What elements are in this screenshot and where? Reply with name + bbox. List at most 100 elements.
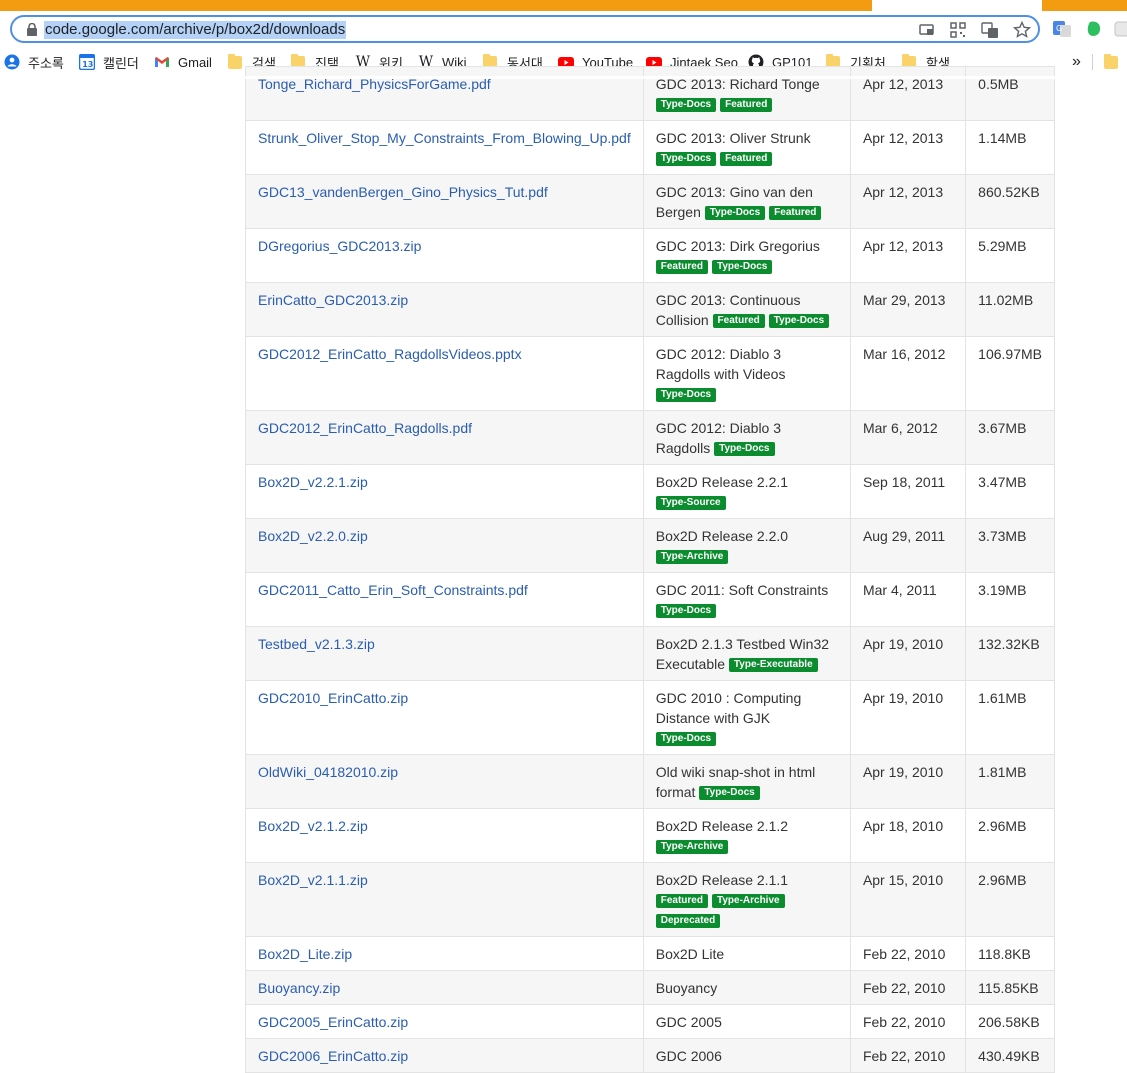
label-badge[interactable]: Featured (655, 894, 708, 909)
summary-text: Box2D Release 2.1.1 (655, 872, 789, 888)
url-text[interactable]: code.google.com/archive/p/box2d/download… (44, 21, 347, 39)
label-badge[interactable]: Type-Docs (768, 314, 830, 329)
filename-cell: Strunk_Oliver_Stop_My_Constraints_From_B… (245, 120, 644, 175)
label-badge[interactable]: Type-Archive (655, 840, 729, 855)
address-bar[interactable]: code.google.com/archive/p/box2d/download… (10, 15, 1040, 43)
bookmark-folder-other[interactable] (1104, 52, 1127, 72)
cast-icon[interactable] (918, 21, 936, 39)
download-file-link[interactable]: Strunk_Oliver_Stop_My_Constraints_From_B… (258, 130, 631, 146)
label-badge[interactable]: Type-Docs (704, 206, 766, 221)
upload-date-cell: Aug 29, 2011 (849, 518, 967, 573)
lock-icon (27, 23, 37, 36)
bookmark-gmail[interactable]: Gmail (154, 52, 212, 72)
upload-date-cell: Apr 19, 2010 (849, 680, 967, 755)
download-file-link[interactable]: GDC2005_ErinCatto.zip (258, 1014, 408, 1030)
translate-icon[interactable] (981, 21, 999, 39)
summary-text: Box2D Lite (655, 946, 725, 962)
file-size-cell: 3.73MB (965, 518, 1055, 573)
label-badge[interactable]: Featured (769, 206, 822, 221)
file-size-cell: 118.8KB (965, 936, 1055, 971)
download-file-link[interactable]: GDC2012_ErinCatto_RagdollsVideos.pptx (258, 346, 522, 362)
label-badge[interactable]: Type-Archive (711, 894, 785, 909)
calendar-icon: 13 (79, 54, 95, 70)
label-badge[interactable]: Type-Docs (699, 786, 760, 801)
label-badge[interactable]: Type-Docs (711, 260, 773, 275)
summary-text: Box2D Release 2.1.2 (655, 818, 789, 834)
summary-cell: Box2D Lite (642, 936, 851, 971)
active-tab[interactable] (872, 0, 1042, 11)
extension-icon[interactable] (1114, 19, 1127, 39)
download-file-link[interactable]: ErinCatto_GDC2013.zip (258, 292, 408, 308)
file-size-cell: 3.19MB (965, 572, 1055, 627)
filename-cell: Box2D_v2.1.1.zip (245, 862, 644, 937)
filename-cell: ErinCatto_GDC2013.zip (245, 282, 644, 337)
filename-cell: Tonge_Richard_PhysicsForGame.pdf (245, 66, 644, 121)
filename-cell: GDC2011_Catto_Erin_Soft_Constraints.pdf (245, 572, 644, 627)
download-file-link[interactable]: Box2D_v2.1.2.zip (258, 818, 368, 834)
label-badge[interactable]: Featured (655, 260, 708, 275)
bookmarks-overflow-chevron: » (1072, 53, 1081, 70)
download-file-link[interactable]: DGregorius_GDC2013.zip (258, 238, 421, 254)
download-file-link[interactable]: OldWiki_04182010.zip (258, 764, 398, 780)
label-badge[interactable]: Type-Docs (655, 98, 717, 113)
file-size-cell: 3.47MB (965, 464, 1055, 519)
download-file-link[interactable]: GDC2010_ErinCatto.zip (258, 690, 408, 706)
svg-text:G: G (1056, 24, 1062, 33)
summary-text: GDC 2011: Soft Constraints (655, 582, 829, 598)
summary-cell: GDC 2013: Oliver Strunk Type-Docs Feature… (642, 120, 851, 175)
download-file-link[interactable]: Box2D_v2.2.1.zip (258, 474, 368, 490)
summary-text: GDC 2013: Dirk Gregorius (655, 238, 820, 254)
label-badge[interactable]: Type-Executable (728, 658, 818, 673)
file-size-cell: 132.32KB (965, 626, 1055, 681)
download-file-link[interactable]: Testbed_v2.1.3.zip (258, 636, 375, 652)
label-badge[interactable]: Type-Docs (655, 732, 717, 747)
google-translate-extension-icon[interactable]: G (1052, 19, 1072, 39)
bookmark-calendar[interactable]: 13 캘린더 (79, 52, 139, 72)
qr-code-icon[interactable] (949, 21, 967, 39)
download-file-link[interactable]: GDC2011_Catto_Erin_Soft_Constraints.pdf (258, 582, 528, 598)
file-size-cell: 206.58KB (965, 1004, 1055, 1039)
table-row: Box2D_v2.2.0.zip Box2D Release 2.2.0 Type… (245, 518, 1055, 573)
summary-cell: Box2D Release 2.1.1 Featured Type-Archive… (642, 862, 851, 937)
bookmarks-divider (1092, 54, 1093, 70)
filename-cell: Buoyancy.zip (245, 970, 644, 1005)
label-badge[interactable]: Type-Archive (655, 550, 729, 565)
download-file-link[interactable]: Box2D_v2.1.1.zip (258, 872, 368, 888)
table-row: Buoyancy.zip Buoyancy Feb 22, 2010 115.85K… (245, 970, 1055, 1005)
file-size-cell: 0.5MB (965, 66, 1055, 121)
label-badge[interactable]: Featured (720, 98, 773, 113)
download-file-link[interactable]: Box2D_Lite.zip (258, 946, 352, 962)
filename-cell: GDC2012_ErinCatto_RagdollsVideos.pptx (245, 336, 644, 411)
download-file-link[interactable]: GDC2006_ErinCatto.zip (258, 1048, 408, 1064)
download-file-link[interactable]: GDC13_vandenBergen_Gino_Physics_Tut.pdf (258, 184, 548, 200)
bookmark-contacts[interactable]: 주소록 (4, 52, 64, 72)
summary-text: GDC 2013: Oliver Strunk (655, 130, 811, 146)
summary-cell: Old wiki snap-shot in html format Type-D… (642, 754, 851, 809)
bookmarks-overflow-button[interactable]: » (1072, 52, 1081, 72)
summary-cell: GDC 2013: Richard Tonge Type-Docs Feature… (642, 66, 851, 121)
table-row: Box2D_v2.2.1.zip Box2D Release 2.2.1 Type… (245, 464, 1055, 519)
download-file-link[interactable]: Box2D_v2.2.0.zip (258, 528, 368, 544)
bookmark-label: 캘린더 (103, 55, 139, 71)
upload-date-cell: Feb 22, 2010 (849, 1004, 967, 1039)
table-row: Tonge_Richard_PhysicsForGame.pdf GDC 2013… (245, 66, 1055, 121)
label-badge[interactable]: Type-Docs (655, 388, 717, 403)
table-row: Strunk_Oliver_Stop_My_Constraints_From_B… (245, 120, 1055, 175)
table-row: ErinCatto_GDC2013.zip GDC 2013: Continuou… (245, 282, 1055, 337)
file-size-cell: 1.81MB (965, 754, 1055, 809)
label-badge[interactable]: Featured (712, 314, 765, 329)
summary-cell: GDC 2012: Diablo 3 Ragdolls Type-Docs (642, 410, 851, 465)
label-badge[interactable]: Type-Docs (714, 442, 775, 457)
evernote-extension-icon[interactable] (1084, 19, 1104, 39)
download-file-link[interactable]: Buoyancy.zip (258, 980, 340, 996)
download-file-link[interactable]: GDC2012_ErinCatto_Ragdolls.pdf (258, 420, 472, 436)
label-badge[interactable]: Type-Docs (655, 604, 717, 619)
file-size-cell: 115.85KB (965, 970, 1055, 1005)
label-badge[interactable]: Type-Source (655, 496, 726, 511)
label-badge[interactable]: Type-Docs (655, 152, 717, 167)
label-badge[interactable]: Deprecated (655, 914, 721, 929)
viewport-top-edge (0, 76, 1127, 79)
star-bookmark-icon[interactable] (1013, 21, 1031, 39)
upload-date-cell: Apr 12, 2013 (849, 66, 967, 121)
label-badge[interactable]: Featured (720, 152, 773, 167)
